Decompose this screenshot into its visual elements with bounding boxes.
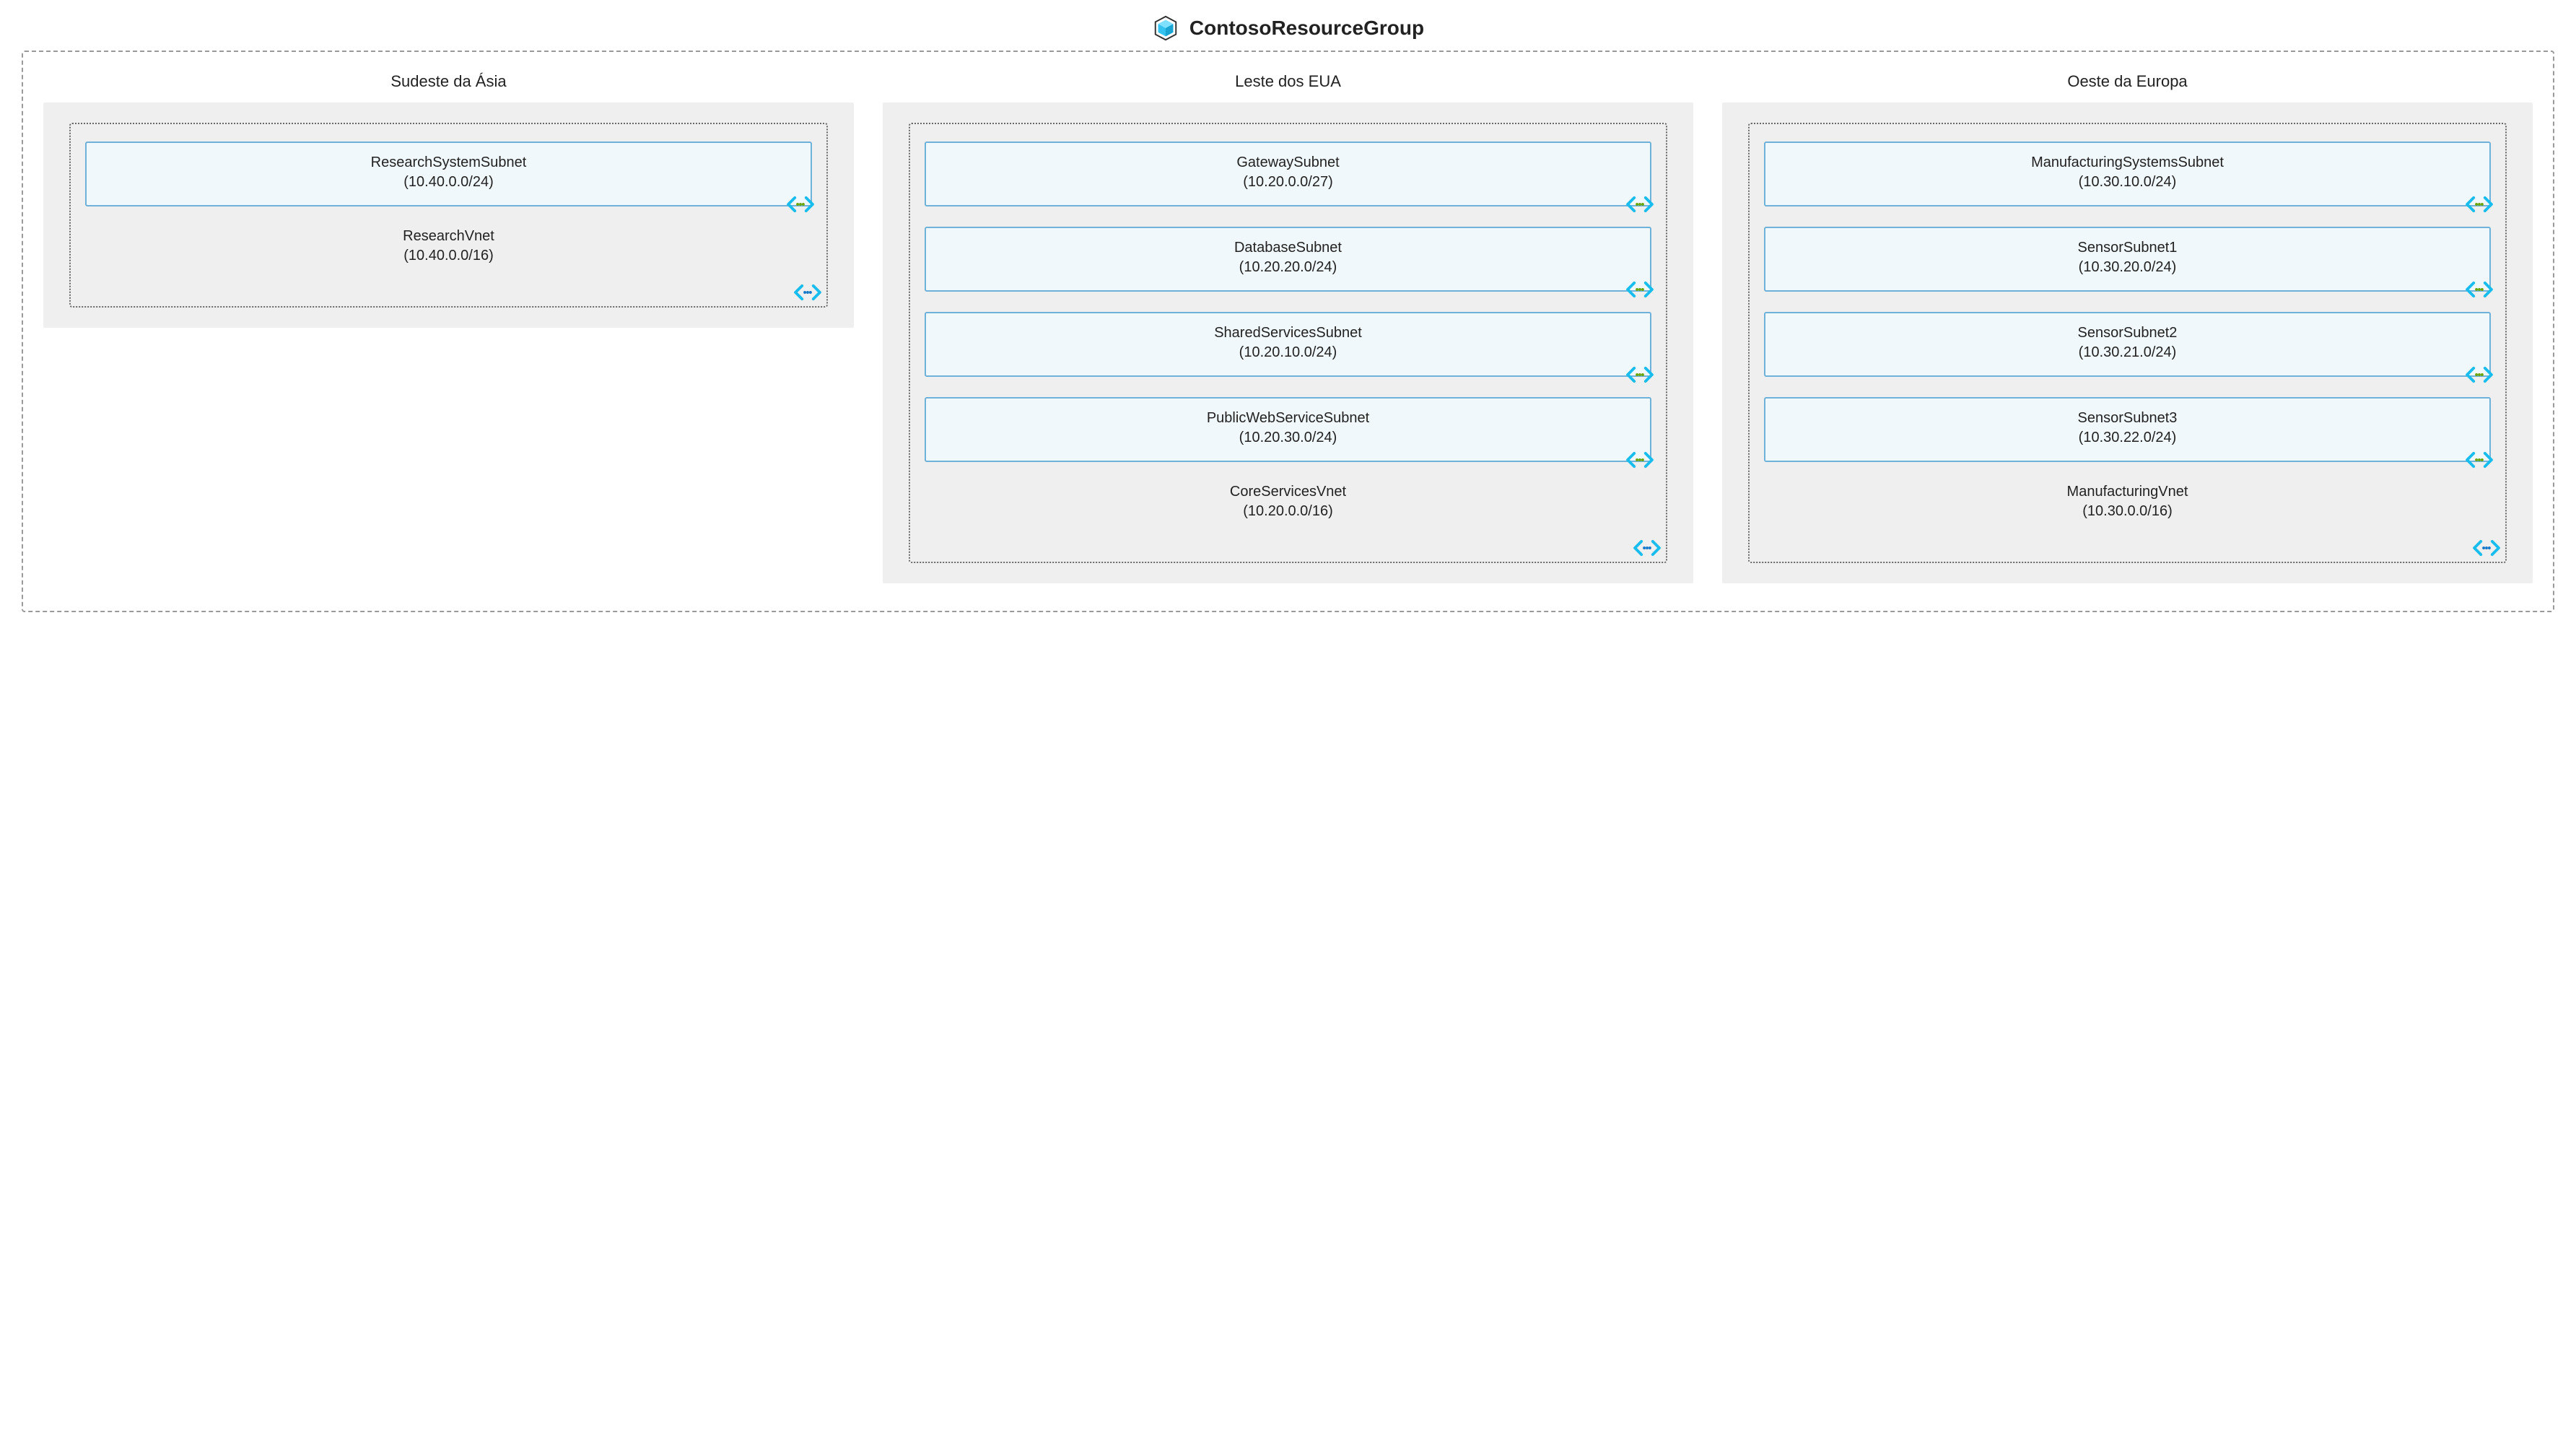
subnet-box: SharedServicesSubnet (10.20.10.0/24) xyxy=(925,312,1651,377)
subnet-box: SensorSubnet1 (10.30.20.0/24) xyxy=(1764,227,2491,292)
subnet-address: (10.20.20.0/24) xyxy=(936,258,1640,277)
resource-group-box: Sudeste da Ásia ResearchSystemSubnet (10… xyxy=(22,51,2554,612)
region-body: GatewaySubnet (10.20.0.0/27) DatabaseSub… xyxy=(883,103,1693,583)
resource-group-title: ContosoResourceGroup xyxy=(1189,17,1424,40)
subnet-icon xyxy=(1625,195,1654,214)
region-southeast-asia: Sudeste da Ásia ResearchSystemSubnet (10… xyxy=(43,68,854,328)
subnet-box: ResearchSystemSubnet (10.40.0.0/24) xyxy=(85,142,812,206)
subnet-icon xyxy=(1625,280,1654,299)
subnet-address: (10.30.22.0/24) xyxy=(1776,428,2479,448)
subnet-icon xyxy=(2465,195,2494,214)
vnet-name: CoreServicesVnet xyxy=(1230,484,1346,500)
subnet-name: DatabaseSubnet xyxy=(1234,240,1342,256)
subnet-icon xyxy=(2465,280,2494,299)
subnet-icon xyxy=(1625,365,1654,384)
subnet-name: SensorSubnet1 xyxy=(2078,240,2178,256)
vnet-research: ResearchSystemSubnet (10.40.0.0/24) Rese… xyxy=(69,123,828,308)
vnet-address: (10.40.0.0/16) xyxy=(85,246,812,266)
subnet-name: GatewaySubnet xyxy=(1236,154,1339,170)
subnet-icon xyxy=(2465,365,2494,384)
vnet-address: (10.30.0.0/16) xyxy=(1764,502,2491,521)
vnet-name: ManufacturingVnet xyxy=(2067,484,2188,500)
subnet-box: ManufacturingSystemsSubnet (10.30.10.0/2… xyxy=(1764,142,2491,206)
region-title: Leste dos EUA xyxy=(883,72,1693,91)
subnet-address: (10.30.21.0/24) xyxy=(1776,343,2479,362)
vnet-icon xyxy=(793,283,822,302)
subnet-box: SensorSubnet3 (10.30.22.0/24) xyxy=(1764,397,2491,462)
vnet-name: ResearchVnet xyxy=(403,228,494,244)
subnet-address: (10.30.20.0/24) xyxy=(1776,258,2479,277)
region-east-us: Leste dos EUA GatewaySubnet (10.20.0.0/2… xyxy=(883,68,1693,583)
subnet-box: DatabaseSubnet (10.20.20.0/24) xyxy=(925,227,1651,292)
subnet-box: SensorSubnet2 (10.30.21.0/24) xyxy=(1764,312,2491,377)
vnet-label: CoreServicesVnet (10.20.0.0/16) xyxy=(925,482,1651,521)
vnet-label: ResearchVnet (10.40.0.0/16) xyxy=(85,227,812,266)
subnet-box: PublicWebServiceSubnet (10.20.30.0/24) xyxy=(925,397,1651,462)
subnet-name: SensorSubnet3 xyxy=(2078,410,2178,426)
subnet-address: (10.20.0.0/27) xyxy=(936,173,1640,192)
vnet-address: (10.20.0.0/16) xyxy=(925,502,1651,521)
vnet-icon xyxy=(1633,539,1662,557)
subnet-name: ManufacturingSystemsSubnet xyxy=(2031,154,2224,170)
region-body: ResearchSystemSubnet (10.40.0.0/24) Rese… xyxy=(43,103,854,328)
subnet-box: GatewaySubnet (10.20.0.0/27) xyxy=(925,142,1651,206)
resource-group-header: ContosoResourceGroup xyxy=(22,14,2554,42)
vnet-coreservices: GatewaySubnet (10.20.0.0/27) DatabaseSub… xyxy=(909,123,1667,563)
subnet-address: (10.30.10.0/24) xyxy=(1776,173,2479,192)
subnet-name: PublicWebServiceSubnet xyxy=(1207,410,1369,426)
region-title: Oeste da Europa xyxy=(1722,72,2533,91)
subnet-icon xyxy=(1625,450,1654,469)
vnet-manufacturing: ManufacturingSystemsSubnet (10.30.10.0/2… xyxy=(1748,123,2507,563)
subnet-address: (10.20.30.0/24) xyxy=(936,428,1640,448)
subnet-name: SharedServicesSubnet xyxy=(1214,325,1362,341)
subnet-icon xyxy=(786,195,815,214)
vnet-icon xyxy=(2472,539,2501,557)
region-west-europe: Oeste da Europa ManufacturingSystemsSubn… xyxy=(1722,68,2533,583)
vnet-label: ManufacturingVnet (10.30.0.0/16) xyxy=(1764,482,2491,521)
subnet-address: (10.40.0.0/24) xyxy=(97,173,800,192)
region-body: ManufacturingSystemsSubnet (10.30.10.0/2… xyxy=(1722,103,2533,583)
subnet-icon xyxy=(2465,450,2494,469)
subnet-address: (10.20.10.0/24) xyxy=(936,343,1640,362)
subnet-name: SensorSubnet2 xyxy=(2078,325,2178,341)
region-title: Sudeste da Ásia xyxy=(43,72,854,91)
subnet-name: ResearchSystemSubnet xyxy=(371,154,527,170)
resource-group-icon xyxy=(1152,14,1179,42)
